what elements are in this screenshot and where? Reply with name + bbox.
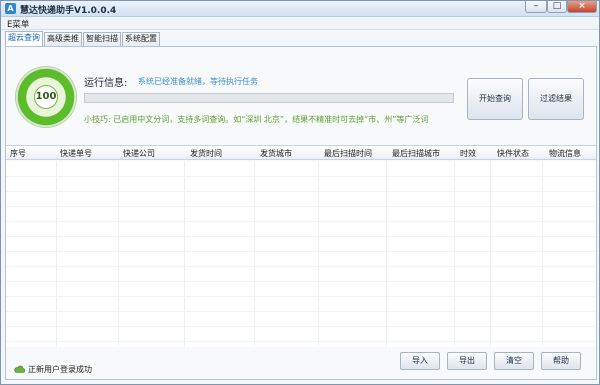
results-table[interactable]	[6, 161, 596, 347]
col-duration[interactable]: 时效	[460, 148, 476, 159]
grid-row-line	[6, 341, 596, 342]
grid-column-line	[386, 161, 387, 347]
export-button[interactable]: 导出	[447, 352, 487, 370]
status-gauge: 100	[16, 67, 76, 127]
run-info-label: 运行信息:	[84, 78, 128, 89]
clear-button[interactable]: 清空	[494, 352, 534, 370]
grid-column-line	[254, 161, 255, 347]
menu-bar: E菜单	[1, 17, 599, 30]
minimize-icon[interactable]: –	[525, 1, 547, 13]
grid-row-line	[6, 326, 596, 327]
col-ship-city[interactable]: 发货城市	[260, 148, 292, 159]
progress-bar	[84, 93, 454, 103]
grid-row-line	[6, 221, 596, 222]
menu-e[interactable]: E菜单	[7, 18, 29, 30]
tab-cloud-query[interactable]: 超云查询	[5, 31, 43, 46]
cloud-icon	[14, 365, 25, 373]
grid-column-line	[56, 161, 57, 347]
col-logistics[interactable]: 物流信息	[549, 148, 581, 159]
import-button[interactable]: 导入	[400, 352, 440, 370]
tip-text: 小技巧: 已启用中文分词，支持多词查询。如“深圳 北京”，结果不精准时可去掉“市…	[84, 115, 429, 124]
col-courier[interactable]: 快递公司	[123, 148, 155, 159]
table-header: 序号 快递单号 快递公司 发货时间 发货城市 最后扫描时间 最后扫描城市 时效 …	[6, 145, 596, 160]
grid-row-line	[6, 236, 596, 237]
grid-column-line	[542, 161, 543, 347]
col-status[interactable]: 快件状态	[497, 148, 529, 159]
app-window: A 慧达快递助手V1.0.0.4 – □ × E菜单 超云查询 高级类推 智能扫…	[0, 0, 600, 385]
window-title: 慧达快递助手V1.0.0.4	[20, 6, 117, 16]
grid-row-line	[6, 296, 596, 297]
title-bar: A 慧达快递助手V1.0.0.4 – □ ×	[1, 1, 599, 17]
grid-column-line	[318, 161, 319, 347]
col-last-scan-time[interactable]: 最后扫描时间	[324, 148, 372, 159]
status-text: 正新用户登录成功	[28, 365, 92, 374]
maximize-icon[interactable]: □	[547, 1, 567, 13]
col-tracking-no[interactable]: 快递单号	[60, 148, 92, 159]
close-icon[interactable]: ×	[567, 1, 597, 13]
tab-settings[interactable]: 系统配置	[122, 32, 160, 46]
grid-row-line	[6, 176, 596, 177]
filter-results-button[interactable]: 过滤结果	[528, 78, 584, 120]
start-query-button[interactable]: 开始查询	[467, 78, 523, 120]
grid-column-line	[454, 161, 455, 347]
grid-row-line	[6, 311, 596, 312]
grid-row-line	[6, 206, 596, 207]
tab-advanced[interactable]: 高级类推	[44, 32, 82, 46]
grid-row-line	[6, 266, 596, 267]
app-logo-icon: A	[5, 3, 16, 14]
col-ship-time[interactable]: 发货时间	[190, 148, 222, 159]
grid-row-line	[6, 281, 596, 282]
col-last-scan-city[interactable]: 最后扫描城市	[392, 148, 440, 159]
grid-row-line	[6, 191, 596, 192]
grid-column-line	[118, 161, 119, 347]
tab-smart-scan[interactable]: 智能扫描	[83, 32, 121, 46]
grid-column-line	[490, 161, 491, 347]
gauge-value: 100	[34, 85, 58, 109]
help-button[interactable]: 帮助	[541, 352, 581, 370]
run-info-text: 系统已经准备就绪，等待执行任务	[138, 77, 258, 86]
grid-column-line	[184, 161, 185, 347]
main-panel: 100 运行信息: 系统已经准备就绪，等待执行任务 小技巧: 已启用中文分词，支…	[5, 46, 597, 380]
grid-row-line	[6, 251, 596, 252]
col-index[interactable]: 序号	[10, 148, 26, 159]
